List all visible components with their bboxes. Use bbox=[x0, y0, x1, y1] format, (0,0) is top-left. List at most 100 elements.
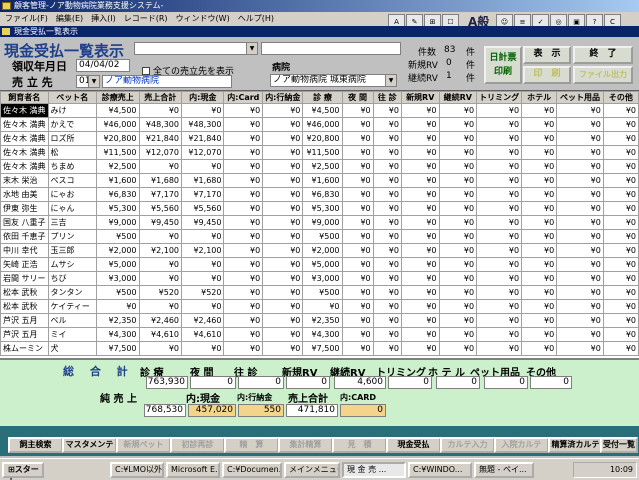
table-cell[interactable]: ¥1,600 bbox=[96, 173, 140, 188]
table-cell[interactable]: ¥0 bbox=[438, 173, 478, 188]
table-cell[interactable]: ¥2,500 bbox=[96, 159, 140, 174]
table-cell[interactable]: ¥0 bbox=[262, 229, 304, 244]
taskbar-task-4[interactable]: 現 金 売 ... bbox=[342, 462, 406, 478]
table-cell[interactable]: ¥0 bbox=[521, 341, 558, 356]
table-cell[interactable]: ¥9,000 bbox=[302, 215, 343, 230]
table-cell[interactable]: ¥0 bbox=[602, 271, 639, 286]
table-cell[interactable]: ¥0 bbox=[180, 103, 225, 118]
menu-item-5[interactable]: ヘルプ(H) bbox=[238, 14, 274, 23]
table-cell[interactable]: タンタン bbox=[47, 285, 98, 300]
menu-item-0[interactable]: ファイル(F) bbox=[5, 14, 48, 23]
table-cell[interactable]: ¥0 bbox=[521, 271, 558, 286]
table-row[interactable]: 芦沢 五月 ベル ¥2,350 ¥2,460 ¥2,460 ¥0 ¥0 ¥2,350 ¥0 ¥0 ¥… bbox=[0, 313, 639, 328]
column-header[interactable]: 継続RV bbox=[438, 91, 478, 104]
table-cell[interactable]: ¥9,450 bbox=[180, 215, 225, 230]
table-cell[interactable]: ¥7,170 bbox=[180, 187, 225, 202]
table-cell[interactable]: ¥520 bbox=[180, 285, 225, 300]
table-cell[interactable]: ¥5,300 bbox=[302, 201, 343, 216]
hospital-combo[interactable]: ノア動物病院 城東病院 bbox=[270, 74, 397, 87]
table-cell[interactable]: ¥4,500 bbox=[302, 103, 343, 118]
start-button[interactable]: ⊞スタート bbox=[2, 462, 44, 480]
table-cell[interactable]: ¥0 bbox=[400, 341, 440, 356]
table-cell[interactable]: ¥0 bbox=[341, 257, 374, 272]
table-cell[interactable]: ¥9,450 bbox=[138, 215, 183, 230]
table-cell[interactable]: ¥21,840 bbox=[138, 131, 183, 146]
table-row[interactable]: 依田 千恵子 プリン ¥500 ¥0 ¥0 ¥0 ¥0 ¥500 ¥0 ¥0 ¥0 ¥0 ¥0 ¥0 ¥0 ¥… bbox=[0, 229, 639, 244]
column-header[interactable]: ペット用品 bbox=[556, 91, 604, 104]
table-cell[interactable]: ¥48,300 bbox=[138, 117, 183, 132]
table-cell[interactable]: 国友 八重子 bbox=[0, 215, 49, 230]
table-cell[interactable]: ¥0 bbox=[556, 187, 604, 202]
taskbar-task-1[interactable]: Microsoft E... bbox=[166, 462, 220, 478]
table-cell[interactable]: ¥0 bbox=[602, 257, 639, 272]
table-cell[interactable]: ¥0 bbox=[372, 285, 402, 300]
table-cell[interactable]: ¥0 bbox=[476, 215, 523, 230]
column-header[interactable]: 診 療 bbox=[302, 91, 343, 104]
table-cell[interactable]: ¥0 bbox=[341, 187, 374, 202]
table-cell[interactable]: ¥12,070 bbox=[180, 145, 225, 160]
table-cell[interactable]: ¥9,000 bbox=[96, 215, 140, 230]
table-cell[interactable]: ¥0 bbox=[556, 103, 604, 118]
table-cell[interactable]: ¥0 bbox=[96, 299, 140, 314]
tab-4[interactable]: 精 算 bbox=[224, 437, 279, 453]
table-cell[interactable]: ¥0 bbox=[438, 187, 478, 202]
table-cell[interactable]: ¥0 bbox=[372, 159, 402, 174]
table-cell[interactable]: ¥2,460 bbox=[138, 313, 183, 328]
table-cell[interactable]: ¥0 bbox=[341, 271, 374, 286]
table-cell[interactable]: ¥0 bbox=[262, 131, 304, 146]
table-cell[interactable]: ¥5,560 bbox=[138, 201, 183, 216]
table-cell[interactable]: ¥3,000 bbox=[302, 271, 343, 286]
table-cell[interactable]: ¥0 bbox=[223, 299, 264, 314]
table-cell[interactable]: ¥0 bbox=[556, 285, 604, 300]
table-cell[interactable]: ¥0 bbox=[262, 215, 304, 230]
table-cell[interactable]: ¥0 bbox=[476, 117, 523, 132]
table-cell[interactable]: ¥0 bbox=[180, 299, 225, 314]
table-cell[interactable]: ¥0 bbox=[341, 229, 374, 244]
table-row[interactable]: 佐々木 満典 ロズ所 ¥20,800 ¥21,840 ¥21,840 ¥0 ¥0 ¥20,80… bbox=[0, 131, 639, 146]
taskbar-task-2[interactable]: C:¥Documen... bbox=[222, 462, 282, 478]
table-cell[interactable]: ¥0 bbox=[521, 159, 558, 174]
table-cell[interactable]: ¥0 bbox=[372, 327, 402, 342]
tab-2[interactable]: 新規ペット bbox=[116, 437, 171, 453]
filter-input-2[interactable] bbox=[261, 42, 401, 55]
table-cell[interactable]: ¥0 bbox=[556, 145, 604, 160]
table-cell[interactable]: ¥0 bbox=[262, 201, 304, 216]
table-row[interactable]: 国友 八重子 三吉 ¥9,000 ¥9,450 ¥9,450 ¥0 ¥0 ¥9,000 ¥0 ¥0… bbox=[0, 215, 639, 230]
table-cell[interactable]: ¥0 bbox=[476, 187, 523, 202]
table-cell[interactable]: ¥4,300 bbox=[96, 327, 140, 342]
table-cell[interactable]: ¥0 bbox=[262, 117, 304, 132]
table-cell[interactable]: 犬 bbox=[47, 341, 98, 356]
table-cell[interactable]: ちまめ bbox=[47, 159, 98, 174]
filter-combo-1[interactable] bbox=[134, 42, 258, 55]
table-cell[interactable]: ¥46,000 bbox=[96, 117, 140, 132]
table-cell[interactable]: ¥0 bbox=[138, 229, 183, 244]
date-input[interactable]: 04/04/02 bbox=[76, 59, 130, 72]
table-cell[interactable]: 松 bbox=[47, 145, 98, 160]
end-button[interactable]: 終 了 bbox=[573, 46, 633, 64]
table-cell[interactable]: ¥0 bbox=[556, 215, 604, 230]
table-cell[interactable]: ¥0 bbox=[476, 131, 523, 146]
table-cell[interactable]: ¥520 bbox=[138, 285, 183, 300]
menu-item-1[interactable]: 編集(E) bbox=[56, 14, 83, 23]
table-cell[interactable]: ¥0 bbox=[476, 159, 523, 174]
table-row[interactable]: 中川 幸代 玉三郎 ¥2,000 ¥2,100 ¥2,100 ¥0 ¥0 ¥2,000 ¥0 ¥0… bbox=[0, 243, 639, 258]
table-cell[interactable]: ¥4,300 bbox=[302, 327, 343, 342]
table-cell[interactable]: ¥0 bbox=[521, 103, 558, 118]
table-cell[interactable]: ¥0 bbox=[556, 327, 604, 342]
menu-item-4[interactable]: ウィンドウ(W) bbox=[176, 14, 230, 23]
table-cell[interactable]: ¥0 bbox=[556, 243, 604, 258]
table-cell[interactable]: ¥0 bbox=[556, 173, 604, 188]
table-cell[interactable]: ¥5,000 bbox=[96, 257, 140, 272]
table-cell[interactable]: ¥0 bbox=[400, 103, 440, 118]
table-cell[interactable]: ¥0 bbox=[262, 145, 304, 160]
table-cell[interactable]: ¥0 bbox=[138, 341, 183, 356]
print-button[interactable]: 印 刷 bbox=[523, 66, 571, 84]
table-cell[interactable]: ¥0 bbox=[476, 243, 523, 258]
table-cell[interactable]: ¥0 bbox=[341, 327, 374, 342]
table-cell[interactable]: ¥12,070 bbox=[138, 145, 183, 160]
table-cell[interactable]: ¥0 bbox=[302, 299, 343, 314]
table-cell[interactable]: ¥0 bbox=[476, 341, 523, 356]
table-row[interactable]: 松本 武秋 ケイティー ¥0 ¥0 ¥0 ¥0 ¥0 ¥0 ¥0 ¥0 ¥0 ¥0 ¥0 ¥0 ¥0 ¥0 bbox=[0, 299, 639, 314]
column-header[interactable]: 内:行納金 bbox=[262, 91, 304, 104]
column-header[interactable]: 内:現金 bbox=[180, 91, 225, 104]
